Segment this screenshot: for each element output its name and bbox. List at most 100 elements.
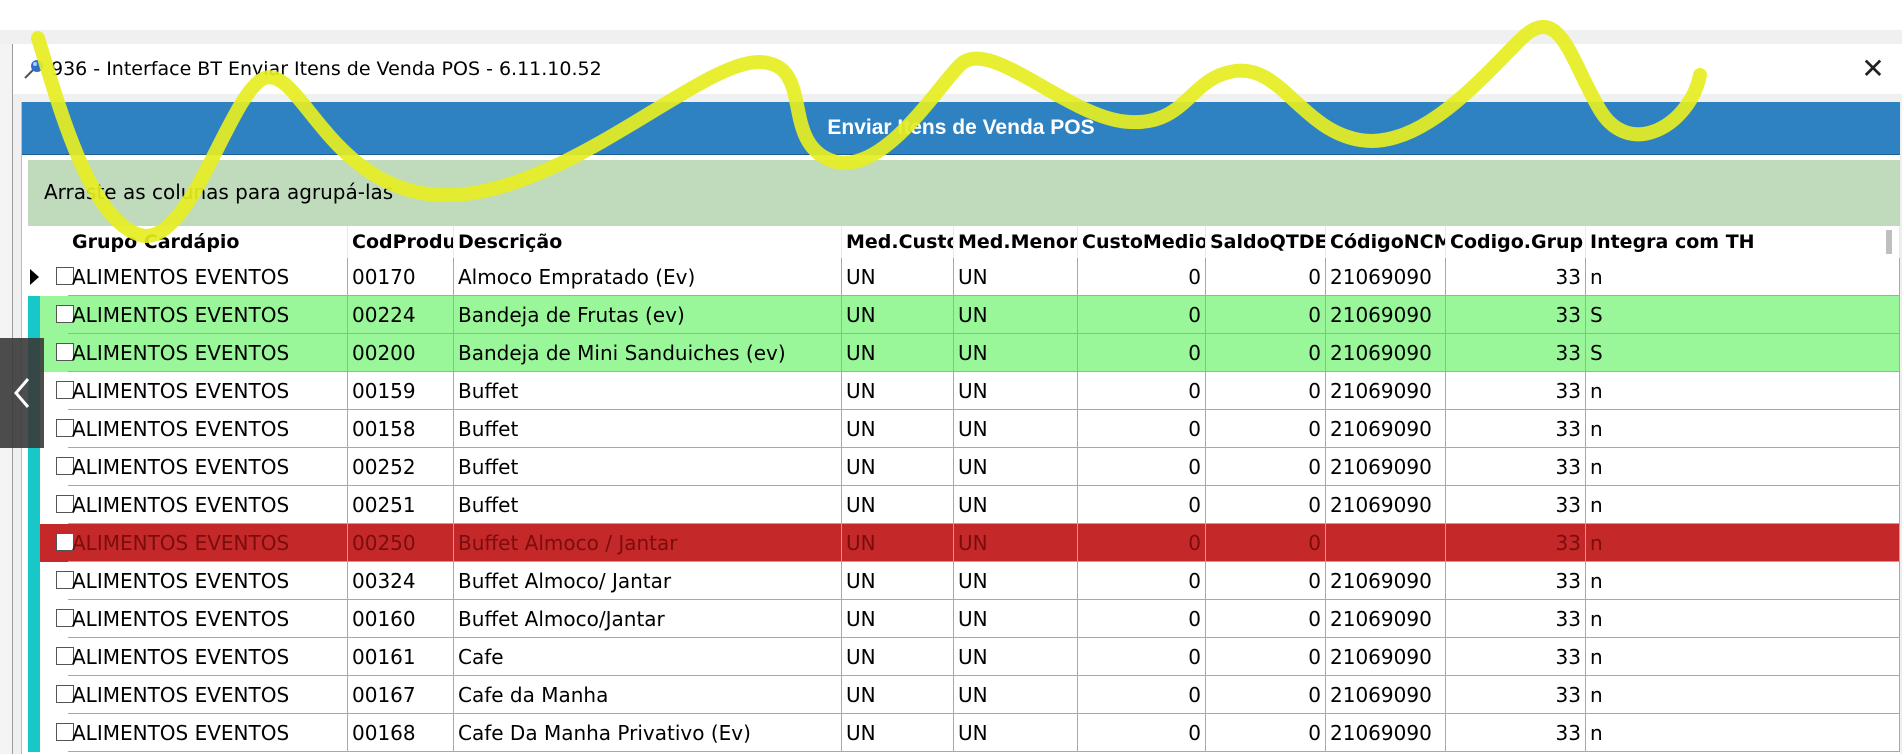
codigogrup-cell[interactable]: 33 [1446,334,1586,372]
saldoqtde-cell[interactable]: 0 [1206,410,1326,448]
saldoqtde-cell[interactable]: 0 [1206,524,1326,562]
descricao-cell[interactable]: Buffet Almoco/ Jantar [454,562,842,600]
column-header-codproduto[interactable]: CodProduto [348,226,454,258]
descricao-cell[interactable]: Buffet Almoco/Jantar [454,600,842,638]
medmenor-cell[interactable]: UN [954,562,1078,600]
table-row[interactable]: ALIMENTOS EVENTOS 00159 Buffet UN UN 0 0 210690… [28,372,1900,410]
codproduto-cell[interactable]: 00224 [348,296,454,334]
saldoqtde-cell[interactable]: 0 [1206,600,1326,638]
row-indicator[interactable] [28,258,40,296]
row-indicator[interactable] [28,714,40,752]
integra-cell[interactable]: S [1586,334,1900,372]
integra-cell[interactable]: S [1586,296,1900,334]
medcusto-cell[interactable]: UN [842,600,954,638]
codigoncm-cell[interactable]: 21069090 [1326,638,1446,676]
codproduto-cell[interactable]: 00160 [348,600,454,638]
integra-cell[interactable]: n [1586,676,1900,714]
medcusto-cell[interactable]: UN [842,676,954,714]
customedio-cell[interactable]: 0 [1078,714,1206,752]
nav-previous-button[interactable] [0,338,44,448]
codproduto-cell[interactable]: 00168 [348,714,454,752]
medcusto-cell[interactable]: UN [842,524,954,562]
descricao-cell[interactable]: Buffet [454,410,842,448]
customedio-cell[interactable]: 0 [1078,562,1206,600]
descricao-cell[interactable]: Cafe [454,638,842,676]
codproduto-cell[interactable]: 00167 [348,676,454,714]
grupo-cell[interactable]: ALIMENTOS EVENTOS [68,372,348,410]
descricao-cell[interactable]: Buffet [454,372,842,410]
medcusto-cell[interactable]: UN [842,334,954,372]
grupo-cell[interactable]: ALIMENTOS EVENTOS [68,296,348,334]
column-header-codigogrup[interactable]: Codigo.Grup [1446,226,1586,258]
codigogrup-cell[interactable]: 33 [1446,486,1586,524]
saldoqtde-cell[interactable]: 0 [1206,334,1326,372]
medcusto-cell[interactable]: UN [842,448,954,486]
medcusto-cell[interactable]: UN [842,372,954,410]
grupo-cell[interactable]: ALIMENTOS EVENTOS [68,334,348,372]
close-icon[interactable]: ✕ [1855,52,1891,86]
grupo-cell[interactable]: ALIMENTOS EVENTOS [68,410,348,448]
codproduto-cell[interactable]: 00158 [348,410,454,448]
grupo-cell[interactable]: ALIMENTOS EVENTOS [68,258,348,296]
integra-cell[interactable]: n [1586,524,1900,562]
descricao-cell[interactable]: Bandeja de Mini Sanduiches (ev) [454,334,842,372]
saldoqtde-cell[interactable]: 0 [1206,296,1326,334]
customedio-cell[interactable]: 0 [1078,600,1206,638]
descricao-cell[interactable]: Buffet [454,486,842,524]
medmenor-cell[interactable]: UN [954,410,1078,448]
codigogrup-cell[interactable]: 33 [1446,638,1586,676]
customedio-cell[interactable]: 0 [1078,258,1206,296]
codigoncm-cell[interactable]: 21069090 [1326,562,1446,600]
customedio-cell[interactable]: 0 [1078,676,1206,714]
row-indicator[interactable] [28,486,40,524]
row-indicator[interactable] [28,600,40,638]
integra-cell[interactable]: n [1586,638,1900,676]
medcusto-cell[interactable]: UN [842,296,954,334]
table-row[interactable]: ALIMENTOS EVENTOS 00224 Bandeja de Frutas … [28,296,1900,334]
column-header-descricao[interactable]: Descrição [454,226,842,258]
column-header-customedio[interactable]: CustoMedio [1078,226,1206,258]
medmenor-cell[interactable]: UN [954,448,1078,486]
codproduto-cell[interactable]: 00250 [348,524,454,562]
codigoncm-cell[interactable]: 21069090 [1326,296,1446,334]
column-header-saldoqtde[interactable]: SaldoQTDE [1206,226,1326,258]
table-row[interactable]: ALIMENTOS EVENTOS 00324 Buffet Almoco/ Jan… [28,562,1900,600]
table-row[interactable]: ALIMENTOS EVENTOS 00252 Buffet UN UN 0 0 210690… [28,448,1900,486]
row-indicator[interactable] [28,676,40,714]
codigoncm-cell[interactable]: 21069090 [1326,486,1446,524]
grupo-cell[interactable]: ALIMENTOS EVENTOS [68,600,348,638]
table-row[interactable]: ALIMENTOS EVENTOS 00160 Buffet Almoco/Jant… [28,600,1900,638]
descricao-cell[interactable]: Bandeja de Frutas (ev) [454,296,842,334]
customedio-cell[interactable]: 0 [1078,486,1206,524]
saldoqtde-cell[interactable]: 0 [1206,714,1326,752]
codigogrup-cell[interactable]: 33 [1446,296,1586,334]
medmenor-cell[interactable]: UN [954,334,1078,372]
integra-cell[interactable]: n [1586,448,1900,486]
integra-cell[interactable]: n [1586,600,1900,638]
table-row[interactable]: ALIMENTOS EVENTOS 00170 Almoco Empratado (… [28,258,1900,296]
table-row[interactable]: ALIMENTOS EVENTOS 00250 Buffet Almoco / Ja… [28,524,1900,562]
table-row[interactable]: ALIMENTOS EVENTOS 00158 Buffet UN UN 0 0 210690… [28,410,1900,448]
codigogrup-cell[interactable]: 33 [1446,524,1586,562]
column-header-grupo[interactable]: Grupo Cardápio [68,226,348,258]
medcusto-cell[interactable]: UN [842,410,954,448]
row-indicator[interactable] [28,638,40,676]
codigogrup-cell[interactable]: 33 [1446,562,1586,600]
saldoqtde-cell[interactable]: 0 [1206,372,1326,410]
codigoncm-cell[interactable]: 21069090 [1326,372,1446,410]
row-indicator[interactable] [28,524,40,562]
codproduto-cell[interactable]: 00252 [348,448,454,486]
data-grid[interactable]: Grupo CardápioCodProdutoDescriçãoMed.Cus… [28,226,1900,754]
grupo-cell[interactable]: ALIMENTOS EVENTOS [68,562,348,600]
column-header-medmenor[interactable]: Med.Menor [954,226,1078,258]
grupo-cell[interactable]: ALIMENTOS EVENTOS [68,448,348,486]
codigogrup-cell[interactable]: 33 [1446,372,1586,410]
column-header-integra[interactable]: Integra com TH [1586,226,1900,258]
scrollbar-thumb[interactable] [1886,230,1892,254]
title-bar[interactable]: 936 - Interface BT Enviar Itens de Venda… [13,44,1902,94]
codigogrup-cell[interactable]: 33 [1446,600,1586,638]
table-row[interactable]: ALIMENTOS EVENTOS 00200 Bandeja de Mini Sa… [28,334,1900,372]
customedio-cell[interactable]: 0 [1078,524,1206,562]
integra-cell[interactable]: n [1586,486,1900,524]
saldoqtde-cell[interactable]: 0 [1206,448,1326,486]
